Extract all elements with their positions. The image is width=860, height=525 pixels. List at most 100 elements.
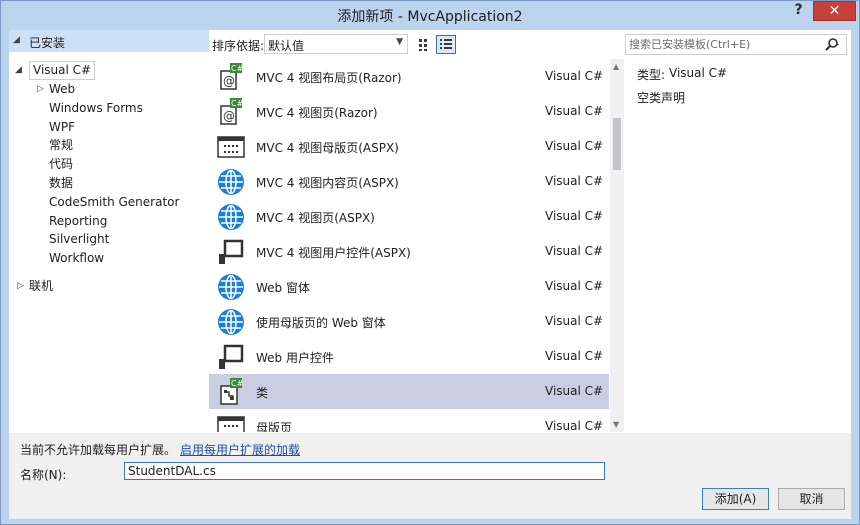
tree-item-code[interactable]: 代码 — [49, 155, 73, 174]
template-row[interactable]: 母版页 Visual C# — [209, 409, 609, 432]
dropdown-arrow-icon: ▼ — [396, 37, 403, 47]
tree-item-wpf[interactable]: WPF — [49, 118, 75, 137]
notice-text: 当前不允许加载每用户扩展。 — [20, 443, 177, 457]
template-row-selected[interactable]: C# 类 Visual C# — [209, 374, 609, 409]
tree-item-reporting[interactable]: Reporting — [49, 212, 107, 231]
template-row[interactable]: @ C# MVC 4 视图布局页(Razor) Visual C# — [209, 59, 609, 94]
tree-item-label: 联机 — [29, 279, 54, 293]
template-language: Visual C# — [545, 314, 604, 328]
template-language: Visual C# — [545, 209, 604, 223]
help-button[interactable]: ? — [786, 1, 811, 21]
tree-item-visual-csharp[interactable]: ◢ Visual C# — [15, 61, 96, 80]
svg-text:@: @ — [223, 74, 235, 88]
extension-notice: 当前不允许加载每用户扩展。 启用每用户扩展的加载 — [20, 441, 300, 458]
tree-item-label: Web — [49, 82, 76, 96]
scroll-down-arrow-icon[interactable]: ▼ — [613, 420, 619, 429]
tree-item-codesmith[interactable]: CodeSmith Generator — [49, 193, 179, 212]
collapsed-arrow-icon: ▷ — [37, 84, 44, 94]
list-view-icon — [440, 39, 452, 49]
close-button[interactable]: ✕ — [813, 1, 856, 21]
template-row[interactable]: MVC 4 视图用户控件(ASPX) Visual C# — [209, 234, 609, 269]
tree-item-online[interactable]: ▷ 联机 — [17, 277, 54, 296]
template-name: MVC 4 视图布局页(Razor) — [256, 71, 402, 85]
tree-item-data[interactable]: 数据 — [49, 174, 73, 193]
template-description: 空类声明 — [637, 91, 686, 105]
template-tree: ◢ 已安装 ◢ Visual C# ▷ Web Windows Forms WP… — [9, 30, 209, 430]
search-icon[interactable] — [824, 37, 840, 53]
globe-icon — [218, 204, 244, 230]
svg-text:C#: C# — [231, 64, 244, 73]
svg-text:C#: C# — [231, 99, 244, 108]
template-name: MVC 4 视图页(ASPX) — [256, 211, 375, 225]
template-name: Web 用户控件 — [256, 351, 334, 365]
template-language: Visual C# — [545, 384, 604, 398]
search-input[interactable] — [629, 37, 819, 52]
template-name: 使用母版页的 Web 窗体 — [256, 316, 386, 330]
grid-view-icon — [419, 39, 427, 51]
bottom-panel: 当前不允许加载每用户扩展。启用每用户扩展的加载 名称(N): 添加(A) 取消 — [9, 433, 851, 519]
template-row[interactable]: MVC 4 视图页(ASPX) Visual C# — [209, 199, 609, 234]
class-icon: C# — [220, 378, 244, 405]
template-name: MVC 4 视图内容页(ASPX) — [256, 176, 399, 190]
collapse-arrow-icon: ◢ — [13, 35, 20, 45]
template-row[interactable]: Web 用户控件 Visual C# — [209, 339, 609, 374]
scrollbar-thumb[interactable] — [613, 118, 621, 170]
template-name: 类 — [256, 386, 269, 400]
template-name: Web 窗体 — [256, 281, 310, 295]
tree-item-label: Visual C# — [33, 63, 92, 77]
tree-item-workflow[interactable]: Workflow — [49, 249, 104, 268]
cancel-button[interactable]: 取消 — [778, 488, 845, 510]
master-page-icon — [217, 136, 245, 158]
razor-page-icon: @ C# — [220, 98, 244, 125]
template-row[interactable]: Web 窗体 Visual C# — [209, 269, 609, 304]
tree-item-silverlight[interactable]: Silverlight — [49, 230, 109, 249]
dialog-client: ◢ 已安装 ◢ Visual C# ▷ Web Windows Forms WP… — [9, 30, 851, 519]
template-name: 母版页 — [256, 421, 293, 432]
enable-extensions-link[interactable]: 启用每用户扩展的加载 — [180, 443, 300, 457]
template-language: Visual C# — [545, 419, 604, 432]
tree-item-general[interactable]: 常规 — [49, 136, 73, 155]
master-page-icon — [217, 416, 245, 432]
template-name: MVC 4 视图页(Razor) — [256, 106, 378, 120]
tree-item-windows-forms[interactable]: Windows Forms — [49, 99, 143, 118]
template-list-scrollbar[interactable]: ▲ ▼ — [610, 59, 624, 432]
name-label: 名称(N): — [20, 468, 67, 482]
user-control-icon — [219, 239, 244, 264]
template-language: Visual C# — [545, 174, 604, 188]
svg-text:@: @ — [223, 109, 235, 123]
window-title: 添加新项 - MvcApplication2 — [337, 9, 523, 25]
sort-value: 默认值 — [268, 39, 305, 53]
tree-header-label: 已安装 — [29, 36, 66, 50]
user-control-icon — [219, 344, 244, 369]
collapsed-arrow-icon: ▷ — [17, 281, 24, 291]
template-row[interactable]: @ C# MVC 4 视图页(Razor) Visual C# — [209, 94, 609, 129]
template-row[interactable]: MVC 4 视图母版页(ASPX) Visual C# — [209, 129, 609, 164]
tree-header-installed[interactable]: ◢ 已安装 — [9, 30, 209, 52]
tree-item-web[interactable]: ▷ Web — [37, 80, 76, 99]
template-language: Visual C# — [545, 244, 604, 258]
add-new-item-dialog: 添加新项 - MvcApplication2 ? ✕ ◢ 已安装 ◢ Visua… — [0, 0, 860, 525]
type-value: Visual C# — [669, 66, 728, 80]
template-list: @ C# MVC 4 视图布局页(Razor) Visual C# @ C# M… — [209, 59, 609, 432]
template-row[interactable]: MVC 4 视图内容页(ASPX) Visual C# — [209, 164, 609, 199]
type-label: 类型: — [637, 68, 666, 82]
sort-toolbar: 排序依据: 默认值 ▼ — [212, 33, 612, 55]
template-name: MVC 4 视图用户控件(ASPX) — [256, 246, 411, 260]
template-language: Visual C# — [545, 69, 604, 83]
title-bar: 添加新项 - MvcApplication2 ? ✕ — [1, 1, 859, 29]
name-field[interactable] — [124, 462, 605, 480]
template-row[interactable]: 使用母版页的 Web 窗体 Visual C# — [209, 304, 609, 339]
sort-label: 排序依据: — [212, 39, 265, 53]
globe-icon — [218, 309, 244, 335]
list-view-button[interactable] — [436, 35, 456, 54]
template-language: Visual C# — [545, 279, 604, 293]
search-box — [625, 34, 847, 55]
globe-icon — [218, 169, 244, 195]
template-language: Visual C# — [545, 349, 604, 363]
expanded-arrow-icon: ◢ — [15, 65, 22, 75]
template-language: Visual C# — [545, 139, 604, 153]
sort-select[interactable]: 默认值 ▼ — [264, 34, 408, 54]
small-icons-view-button[interactable] — [414, 35, 434, 54]
add-button[interactable]: 添加(A) — [702, 488, 769, 510]
scroll-up-arrow-icon[interactable]: ▲ — [613, 62, 619, 71]
